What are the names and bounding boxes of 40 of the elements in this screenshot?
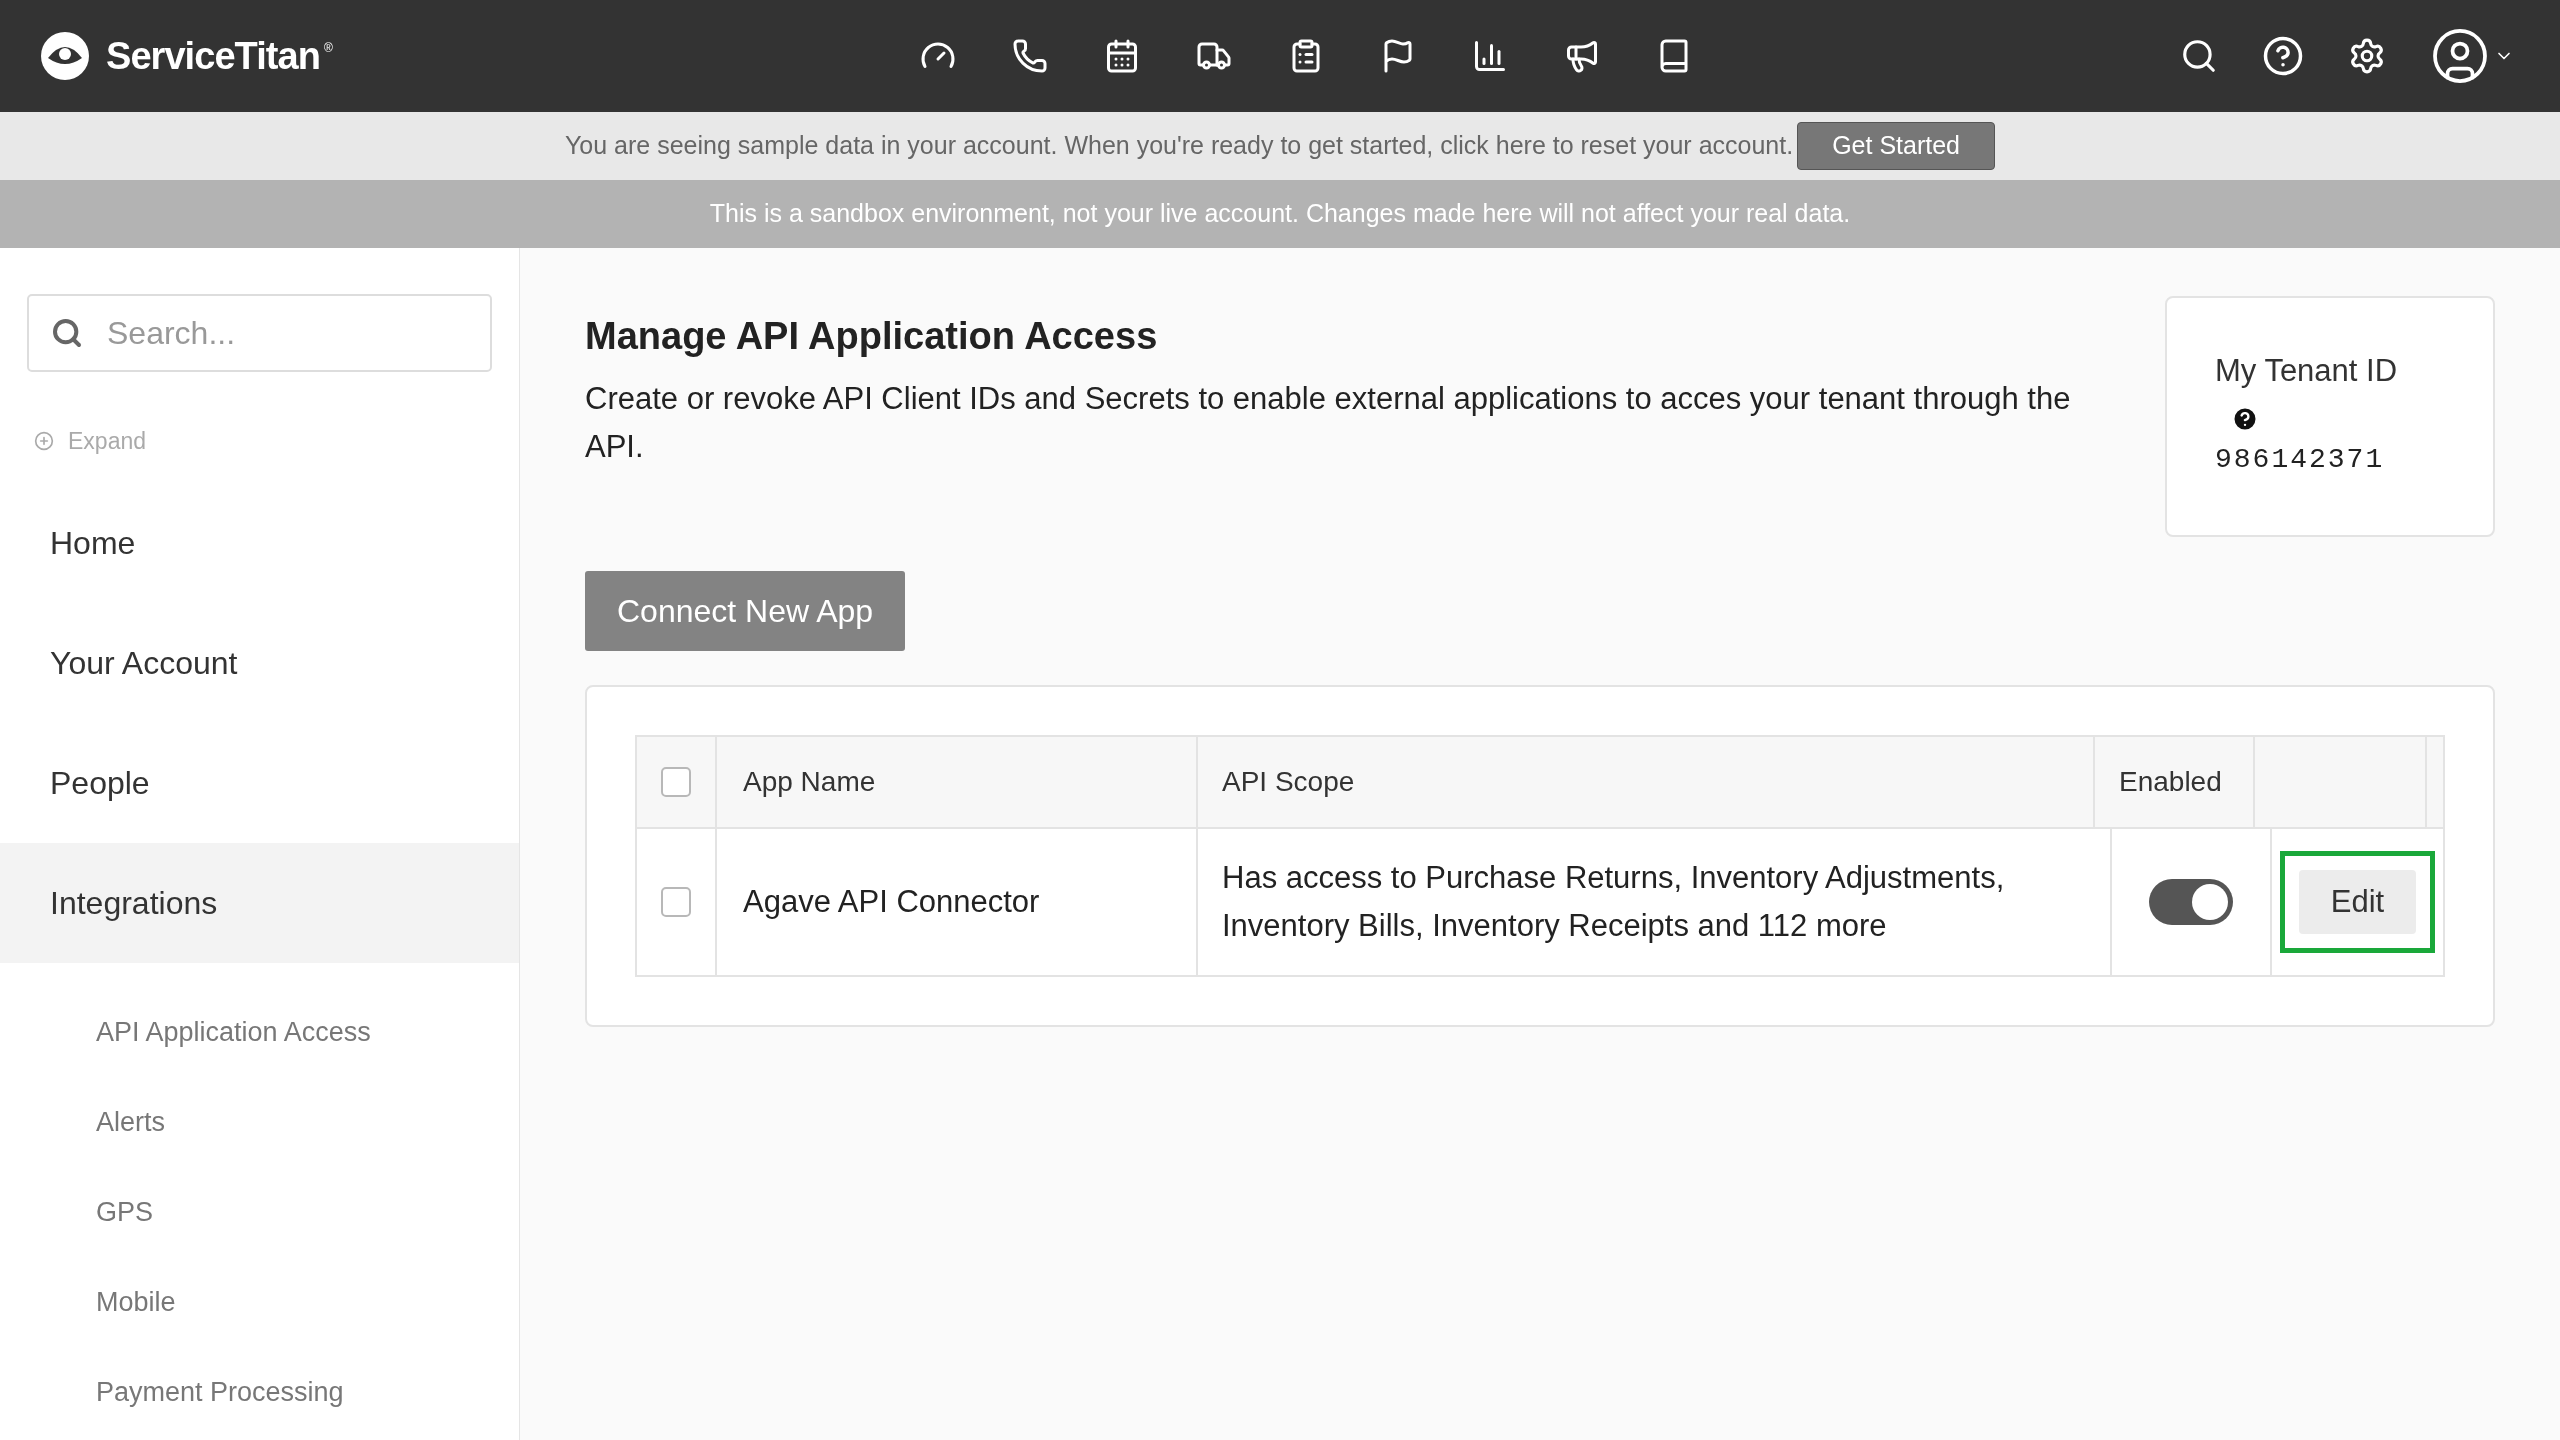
connect-new-app-button[interactable]: Connect New App — [585, 571, 906, 651]
tenant-id: 986142371 — [2215, 442, 2386, 477]
edit-button[interactable]: Edit — [2298, 870, 2417, 934]
page-title: Manage API Application Access — [585, 314, 1159, 359]
help-icon[interactable] — [2262, 35, 2304, 77]
sidebar-subitem[interactable]: Payment Processing — [0, 1347, 519, 1438]
table-cell: Agave API Connector — [717, 829, 1198, 975]
checkbox[interactable] — [661, 887, 691, 917]
sandbox-text: This is a sandbox environment, not your live account. Changes made here will not affect your real data. — [709, 198, 1851, 230]
search-icon[interactable] — [2180, 37, 2218, 75]
expand-link[interactable]: Expand — [68, 424, 146, 459]
sidebar-item[interactable]: Your Account — [0, 602, 519, 723]
table-cell: Has access to Purchase Returns, Inventory Adjustments, Inventory Bills, Inventory Receipts and 112 more — [1198, 829, 2112, 975]
page-description: Create or revoke API Client IDs and Secrets to enable external applications to acces your tenant through the API. — [585, 380, 2072, 466]
search-field[interactable]: Search... — [27, 294, 492, 372]
settings-icon[interactable] — [2348, 37, 2386, 75]
column-header: App Name — [717, 737, 1198, 827]
user-avatar-icon — [2430, 26, 2490, 86]
bar-chart-icon[interactable] — [1472, 38, 1508, 74]
sidebar-subitem[interactable]: Alerts — [0, 1077, 519, 1168]
sidebar-item[interactable]: Home — [0, 482, 519, 603]
phone-icon[interactable] — [1012, 38, 1048, 74]
sample-data-text: You are seeing sample data in your account. When you're ready to get started, click here to reset your account. — [565, 130, 1794, 162]
registered-mark: ® — [323, 40, 333, 57]
sidebar-subitem[interactable]: Mobile — [0, 1257, 519, 1348]
sidebar-item[interactable]: People — [0, 722, 519, 843]
get-started-button[interactable]: Get Started — [1797, 122, 1995, 170]
calendar-icon[interactable] — [1104, 38, 1140, 74]
expand-icon — [34, 431, 54, 452]
column-header: API Scope — [1198, 737, 2095, 827]
checkbox[interactable] — [661, 767, 691, 797]
logo-text: ServiceTitan — [106, 33, 320, 79]
search-icon — [51, 317, 83, 349]
sidebar-subitem[interactable]: GPS — [0, 1167, 519, 1258]
sidebar-item[interactable]: Integrations — [0, 842, 519, 963]
tenant-label: My Tenant ID — [2215, 352, 2399, 390]
megaphone-icon[interactable] — [1564, 38, 1600, 74]
toggle-switch[interactable] — [2149, 879, 2233, 925]
sidebar-subitem[interactable]: API Application Access — [0, 987, 519, 1078]
column-header: Enabled — [2095, 737, 2255, 827]
